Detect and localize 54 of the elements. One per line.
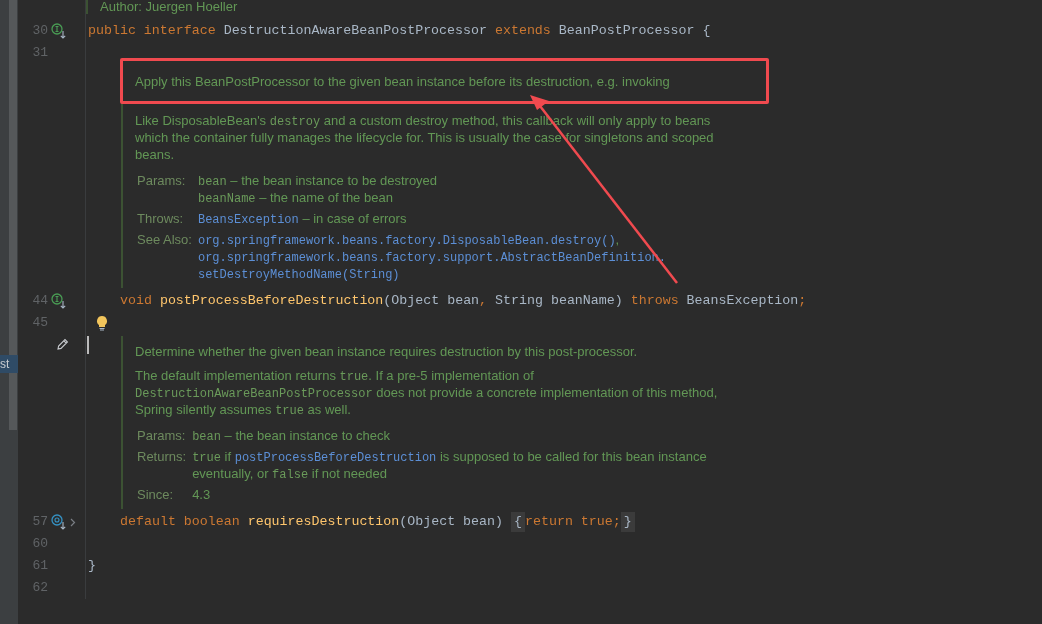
- doc-paragraph: Determine whether the given bean instance requires destruction by this post-processor.: [135, 343, 639, 360]
- code-text: BeansException: [686, 292, 799, 311]
- pencil-icon[interactable]: [56, 338, 69, 351]
- line-number: 61: [31, 557, 48, 576]
- keyword: default boolean: [120, 513, 241, 532]
- keyword: ,: [479, 292, 489, 311]
- scrollbar[interactable]: [9, 0, 17, 430]
- doc-tag-label: Throws:: [137, 210, 185, 227]
- keyword: public interface: [88, 22, 217, 41]
- tool-window-tab[interactable]: st: [0, 355, 18, 373]
- text-cursor: [87, 336, 89, 354]
- doc-tag-label: Since:: [137, 486, 175, 503]
- folded-brace: }: [620, 512, 635, 532]
- keyword: return true;: [525, 513, 621, 532]
- line-number: 31: [31, 44, 48, 63]
- keyword: extends: [494, 22, 552, 41]
- line-number: 30: [31, 22, 48, 41]
- doc-tag-value: org.springframework.beans.factory.DisposableBean.destroy(),: [197, 231, 621, 248]
- code-text: (Object bean): [399, 513, 504, 532]
- doc-tag-value: bean – the bean instance to be destroyed: [197, 172, 439, 189]
- implemented-marker-icon[interactable]: [51, 23, 67, 39]
- keyword: ;: [798, 292, 807, 311]
- line-number: 62: [31, 579, 48, 598]
- overridden-marker-icon[interactable]: [51, 514, 67, 530]
- doc-tag-label: Params:: [137, 172, 187, 190]
- doc-tag-value: setDestroyMethodName(String): [197, 267, 401, 282]
- doc-tag-value: 4.3: [192, 486, 212, 503]
- fold-chevron-icon[interactable]: [70, 517, 76, 527]
- doc-tag-value: bean – the bean instance to check: [192, 427, 392, 444]
- keyword: throws: [630, 292, 680, 311]
- keyword: void: [120, 292, 153, 311]
- doc-paragraph: The default implementation returns true. If a pre-5 implementation of DestructionAwareBeanPostProcessor does not provide a concrete implementation of this method, Spring silently assumes true as well.: [135, 367, 719, 418]
- line-number: 60: [31, 535, 48, 554]
- doc-tag-value: BeansException – in case of errors: [197, 210, 408, 227]
- method-name: requiresDestruction: [247, 513, 400, 532]
- doc-paragraph: Apply this BeanPostProcessor to the given bean instance before its destruction, e.g. invoking: [135, 73, 671, 90]
- code-text: String beanName): [495, 292, 624, 311]
- folded-brace: {: [511, 512, 525, 532]
- code-text: DestructionAwareBeanPostProcessor: [223, 22, 488, 41]
- doc-tag-label: See Also:: [137, 231, 192, 249]
- line-number: 45: [31, 314, 48, 333]
- lightbulb-icon[interactable]: [96, 315, 108, 331]
- doc-tag-label: Params:: [137, 427, 187, 444]
- doc-tag-value: true if postProcessBeforeDestruction is supposed to be called for this bean instance eventually, or false if not needed: [192, 448, 708, 482]
- doc-tag-value: beanName – the name of the bean: [197, 189, 394, 206]
- code-text: }: [88, 557, 96, 576]
- implemented-marker-icon[interactable]: [51, 293, 67, 309]
- line-number: 44: [31, 292, 48, 311]
- line-number: 57: [31, 513, 48, 532]
- method-name: postProcessBeforeDestruction: [159, 292, 384, 311]
- doc-tag-label: Returns:: [137, 448, 187, 466]
- doc-author: Author: Juergen Hoeller: [100, 0, 238, 14]
- code-text: (Object bean: [383, 292, 480, 311]
- code-text: BeanPostProcessor {: [558, 22, 711, 41]
